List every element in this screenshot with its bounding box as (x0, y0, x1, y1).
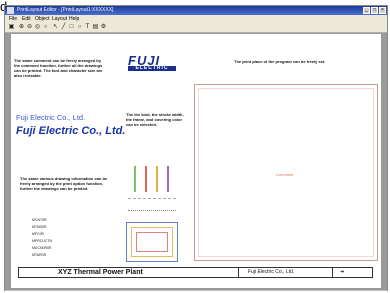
comment-placeholder[interactable]: Comment (276, 172, 293, 177)
menu-file[interactable]: File (9, 15, 17, 23)
title-block-company[interactable]: Fuji Electric Co., Ltd. (248, 269, 294, 276)
arrow-icon: ➜ (340, 269, 345, 275)
ellipse-icon[interactable]: ○ (76, 24, 83, 31)
menu-object[interactable]: Object (35, 15, 49, 23)
color-line-sample[interactable] (134, 166, 136, 192)
dotted-line[interactable] (128, 210, 176, 212)
text-icon[interactable]: T (84, 24, 91, 31)
list-item[interactable]: MTN0DR (32, 225, 47, 229)
comment-note[interactable]: The same comment can be freely arranged … (14, 58, 106, 78)
menu-help[interactable]: Help (69, 15, 79, 23)
app-icon (7, 7, 14, 14)
company-name-small[interactable]: Fuji Electric Co., Ltd. (16, 114, 85, 122)
color-line-sample[interactable] (167, 166, 169, 192)
list-item[interactable]: MTAR0R (32, 253, 46, 257)
print-place-note[interactable]: The print place of the program can be fr… (234, 59, 374, 64)
title-block-divider (238, 267, 239, 278)
company-name-large[interactable]: Fuji Electric Co., Ltd. (16, 125, 125, 137)
floppy-icon[interactable]: ▣ (8, 24, 15, 31)
list-item[interactable]: MPRCUCTN (32, 239, 52, 243)
electric-logo[interactable]: ELECTRIC (128, 66, 176, 71)
title-bar[interactable]: PrintLayout Editor - [PrintLayout1:XXXXX… (5, 6, 387, 15)
dashed-line[interactable] (128, 198, 176, 200)
status-bar (5, 290, 387, 291)
menu-edit[interactable]: Edit (22, 15, 31, 23)
rectangle-icon[interactable]: □ (68, 24, 75, 31)
frame-sample-inner[interactable] (136, 232, 168, 252)
window-title: PrintLayout Editor - [PrintLayout1:XXXXX… (17, 7, 114, 13)
zoom-out-icon[interactable]: ⊖ (26, 24, 33, 31)
plant-name[interactable]: XYZ Thermal Power Plant (58, 268, 143, 277)
lines-note[interactable]: The the kind, the stroke width, the fram… (126, 112, 184, 127)
close-button[interactable]: × (379, 7, 386, 14)
zoom-in-icon[interactable]: ⊕ (18, 24, 25, 31)
color-line-sample[interactable] (145, 166, 147, 192)
list-item[interactable]: MCNT0R (32, 218, 47, 222)
toolbar: ▣ ⊕ ⊖ ◎ ○ ↖ ╱ □ ○ T ▤ ⚙ (5, 23, 387, 33)
color-line-sample[interactable] (156, 166, 158, 192)
line-icon[interactable]: ╱ (60, 24, 67, 31)
image-icon[interactable]: ▤ (92, 24, 99, 31)
list-item[interactable]: MDCN0R0R (32, 246, 51, 250)
title-block-divider (332, 267, 333, 278)
zoom-icon[interactable]: ○ (42, 24, 49, 31)
list-item[interactable]: MFC0R (32, 232, 44, 236)
pointer-icon[interactable]: ↖ (52, 24, 59, 31)
menu-layout[interactable]: Layout (52, 15, 67, 23)
settings-icon[interactable]: ⚙ (100, 24, 107, 31)
minimize-button[interactable]: _ (363, 7, 370, 14)
menu-bar: File Edit Object Layout Help (5, 15, 387, 23)
maximize-button[interactable]: □ (371, 7, 378, 14)
zoom-fit-icon[interactable]: ◎ (34, 24, 41, 31)
drawing-note[interactable]: The same various drawing information can… (20, 176, 108, 191)
